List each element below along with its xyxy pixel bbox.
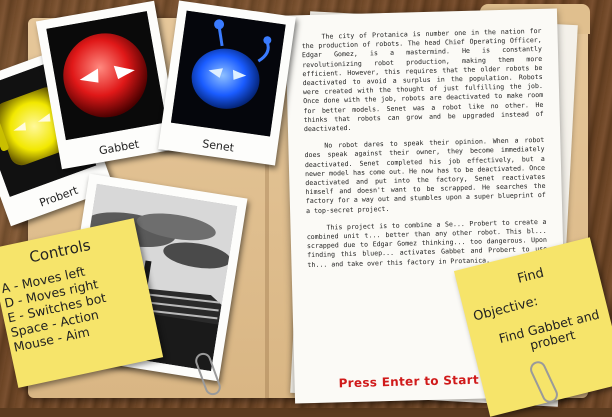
photo-senet: Senet <box>158 0 296 166</box>
story-paragraph-2: No robot dares to speak their opinion. W… <box>304 136 546 215</box>
press-enter-to-start-button[interactable]: Press Enter to Start <box>338 373 479 391</box>
senet-robot-icon <box>170 10 286 137</box>
story-paragraph-1: The city of Protanica is number one in t… <box>301 26 544 134</box>
controls-title: Controls <box>27 235 93 267</box>
gabbet-picture <box>46 11 167 141</box>
objective-label: Objective: <box>471 294 540 325</box>
objective-title: Find <box>516 265 546 287</box>
gabbet-robot-icon <box>46 11 167 141</box>
senet-picture <box>170 10 286 137</box>
story-text: The city of Protanica is number one in t… <box>301 26 548 278</box>
controls-list: A - Moves left D - Moves right E - Switc… <box>0 260 114 355</box>
